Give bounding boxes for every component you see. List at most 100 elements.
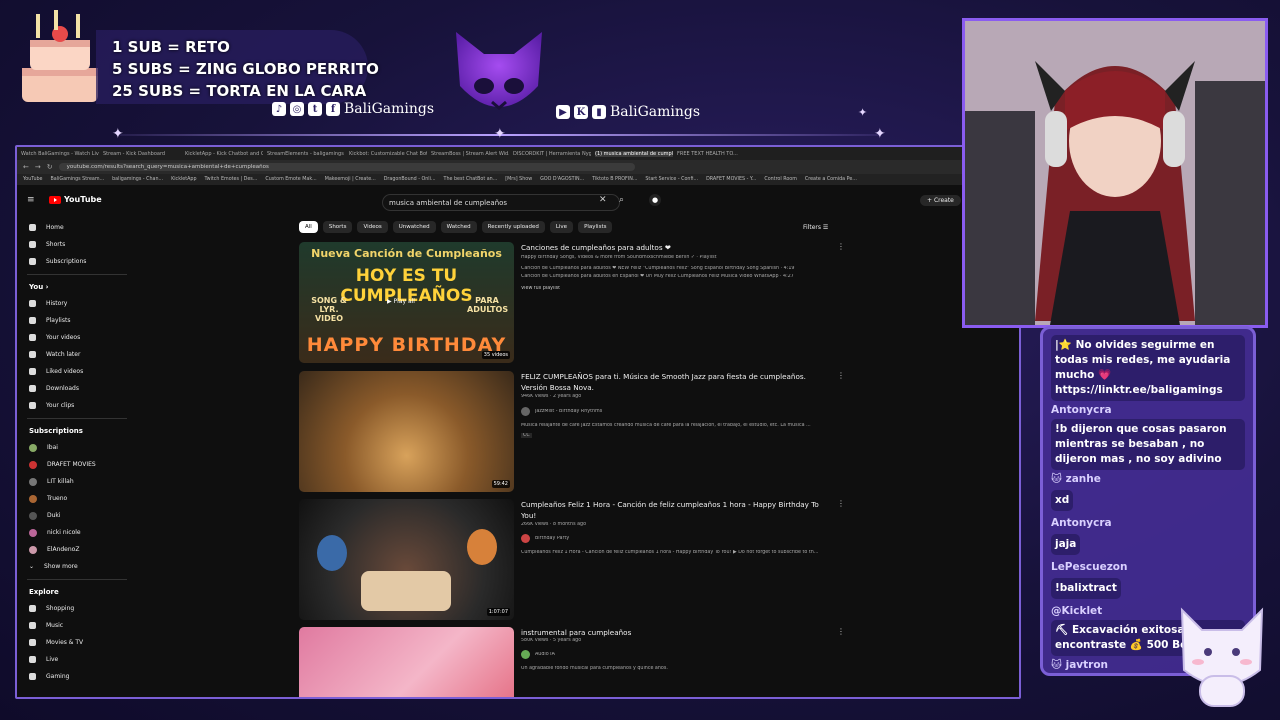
- video-thumbnail[interactable]: [299, 627, 514, 697]
- bookmark-item[interactable]: BaliGamings Stream...: [51, 177, 105, 182]
- back-icon[interactable]: ←: [23, 163, 29, 171]
- result-video[interactable]: 59:42 FELIZ CUMPLEAÑOS para ti. Música d…: [299, 371, 845, 493]
- subscription-channel[interactable]: nicki nicole: [17, 524, 137, 541]
- avatar[interactable]: [521, 407, 530, 416]
- chip-playlists[interactable]: Playlists: [578, 221, 613, 233]
- subscription-channel[interactable]: LIT killah: [17, 473, 137, 490]
- browser-tab[interactable]: StreamBoss | Stream Alert Wid...: [431, 151, 509, 157]
- playlist-entry[interactable]: Canción de Cumpleaños para adultos ❤ NEW…: [521, 266, 821, 271]
- show-more-button[interactable]: ⌄ Show more: [17, 558, 137, 575]
- video-thumbnail[interactable]: 1:07:07: [299, 499, 514, 620]
- browser-tab-active[interactable]: (1) musica ambiental de cumple...: [595, 150, 673, 157]
- more-options-icon[interactable]: ⋮: [837, 499, 845, 508]
- sidebar-item-liked-videos[interactable]: Liked videos: [17, 363, 137, 380]
- sidebar-item-downloads[interactable]: Downloads: [17, 380, 137, 397]
- result-title[interactable]: instrumental para cumpleaños: [521, 627, 821, 638]
- channel-name[interactable]: Audio IA: [535, 652, 835, 657]
- subscriptions-heading: Subscriptions: [29, 427, 83, 435]
- chip-shorts[interactable]: Shorts: [322, 221, 353, 233]
- result-title[interactable]: Cumpleaños Feliz 1 Hora - Canción de fel…: [521, 499, 821, 521]
- video-thumbnail[interactable]: Nueva Canción de Cumpleaños HOY ES TU CU…: [299, 242, 514, 363]
- subscription-channel[interactable]: DRAFET MOVIES: [17, 456, 137, 473]
- sidebar-item-history[interactable]: History: [17, 295, 137, 312]
- microphone-icon[interactable]: ●: [649, 194, 661, 206]
- sidebar-item-playlists[interactable]: Playlists: [17, 312, 137, 329]
- browser-tab[interactable]: DISCORDKIT | Herramienta Nyg...: [513, 151, 591, 157]
- result-video[interactable]: instrumental para cumpleaños 580K views …: [299, 627, 845, 697]
- browser-tab[interactable]: Watch BaliGamings - Watch Live on: [21, 151, 99, 157]
- browser-tab[interactable]: Stream - Kick Dashboard: [103, 151, 181, 157]
- subscription-channel[interactable]: Trueno: [17, 490, 137, 507]
- chevron-down-icon: ⌄: [29, 563, 35, 570]
- sidebar-item-your-clips[interactable]: Your clips: [17, 397, 137, 414]
- subscription-channel[interactable]: Duki: [17, 507, 137, 524]
- sidebar-item-home[interactable]: Home: [17, 219, 137, 236]
- shopping-bag-icon: [29, 605, 36, 612]
- play-all-overlay[interactable]: ▶ Play all: [387, 298, 415, 305]
- result-title[interactable]: Canciones de cumpleaños para adultos ❤: [521, 242, 821, 253]
- bookmark-item[interactable]: Custom Emote Mak...: [265, 177, 316, 182]
- browser-tab[interactable]: StreamElements - baligamings: [267, 151, 345, 157]
- channel-name[interactable]: JazzMist - Birthday Rhythms: [535, 409, 835, 414]
- avatar[interactable]: [521, 534, 530, 543]
- bookmark-item[interactable]: Twitch Emotes | Des...: [205, 177, 258, 182]
- sidebar-item-shopping[interactable]: Shopping: [17, 600, 137, 617]
- bookmark-item[interactable]: Makeemoji | Create...: [325, 177, 376, 182]
- url-field[interactable]: youtube.com/results?search_query=musica+…: [58, 163, 635, 171]
- result-video[interactable]: 1:07:07 Cumpleaños Feliz 1 Hora - Canció…: [299, 499, 845, 621]
- sidebar-item-live[interactable]: Live: [17, 651, 137, 668]
- channel-name[interactable]: Birthday Party: [535, 536, 835, 541]
- bookmark-item[interactable]: GOO D'AGOSTIN...: [540, 177, 584, 182]
- search-input[interactable]: musica ambiental de cumpleaños: [382, 194, 620, 211]
- sidebar-item-watch-later[interactable]: Watch later: [17, 346, 137, 363]
- view-full-playlist-link[interactable]: View full playlist: [521, 286, 821, 291]
- sidebar-item-subscriptions[interactable]: Subscriptions: [17, 253, 137, 270]
- menu-icon[interactable]: ≡: [27, 195, 35, 205]
- avatar: [29, 477, 37, 486]
- you-heading[interactable]: You ›: [17, 279, 137, 295]
- reload-icon[interactable]: ↻: [47, 163, 53, 171]
- sidebar-item-your-videos[interactable]: Your videos: [17, 329, 137, 346]
- sidebar-item-movies[interactable]: Movies & TV: [17, 634, 137, 651]
- playlist-entry[interactable]: Canción de Cumpleaños para adultos en Es…: [521, 274, 821, 279]
- cc-badge: CC: [521, 433, 532, 438]
- result-playlist[interactable]: Nueva Canción de Cumpleaños HOY ES TU CU…: [299, 242, 845, 364]
- create-button[interactable]: + Create: [920, 195, 961, 206]
- bookmark-item[interactable]: DRAFET MOVIES - Y...: [706, 177, 756, 182]
- forward-icon[interactable]: →: [35, 163, 41, 171]
- youtube-logo[interactable]: YouTube: [49, 195, 102, 204]
- subscription-channel[interactable]: ElAndenoZ: [17, 541, 137, 558]
- bookmark-item[interactable]: DragonBound - Onli...: [384, 177, 436, 182]
- chip-videos[interactable]: Videos: [357, 221, 388, 233]
- chip-unwatched[interactable]: Unwatched: [392, 221, 436, 233]
- sidebar-item-gaming[interactable]: Gaming: [17, 668, 137, 685]
- sidebar-item-music[interactable]: Music: [17, 617, 137, 634]
- video-thumbnail[interactable]: 59:42: [299, 371, 514, 492]
- more-options-icon[interactable]: ⋮: [837, 242, 845, 251]
- search-icon[interactable]: ⌕: [619, 195, 624, 205]
- browser-tab[interactable]: KickletApp - Kick Chatbot and Chat: [185, 151, 263, 157]
- bookmark-item[interactable]: Tiktoto B PROFIN...: [592, 177, 637, 182]
- browser-tab[interactable]: FREE TEXT HEALTH TO...: [677, 151, 755, 157]
- bookmark-item[interactable]: Control Room: [764, 177, 797, 182]
- browser-tab[interactable]: Kickbot: Customizable Chat Bot for: [349, 151, 427, 157]
- bookmark-item[interactable]: Start Service - Confi...: [645, 177, 698, 182]
- clear-search-icon[interactable]: ✕: [599, 195, 607, 205]
- bookmark-item[interactable]: YouTube: [23, 177, 43, 182]
- bookmark-item[interactable]: Create a Comida Pe...: [805, 177, 857, 182]
- bookmark-item[interactable]: baligamings - Chan...: [112, 177, 163, 182]
- avatar[interactable]: [521, 650, 530, 659]
- more-options-icon[interactable]: ⋮: [837, 371, 845, 380]
- sidebar-item-shorts[interactable]: Shorts: [17, 236, 137, 253]
- bookmark-item[interactable]: [Mrs] Show: [505, 177, 532, 182]
- chip-all[interactable]: All: [299, 221, 318, 233]
- filters-button[interactable]: Filters ☰: [803, 224, 828, 231]
- bookmark-item[interactable]: KickletApp: [171, 177, 196, 182]
- result-title[interactable]: FELIZ CUMPLEAÑOS para ti. Música de Smoo…: [521, 371, 821, 393]
- chip-watched[interactable]: Watched: [440, 221, 477, 233]
- chip-live[interactable]: Live: [549, 221, 574, 233]
- more-options-icon[interactable]: ⋮: [837, 627, 845, 636]
- subscription-channel[interactable]: Ibai: [17, 439, 137, 456]
- chip-recently-uploaded[interactable]: Recently uploaded: [481, 221, 545, 233]
- bookmark-item[interactable]: The best ChatBot an...: [444, 177, 498, 182]
